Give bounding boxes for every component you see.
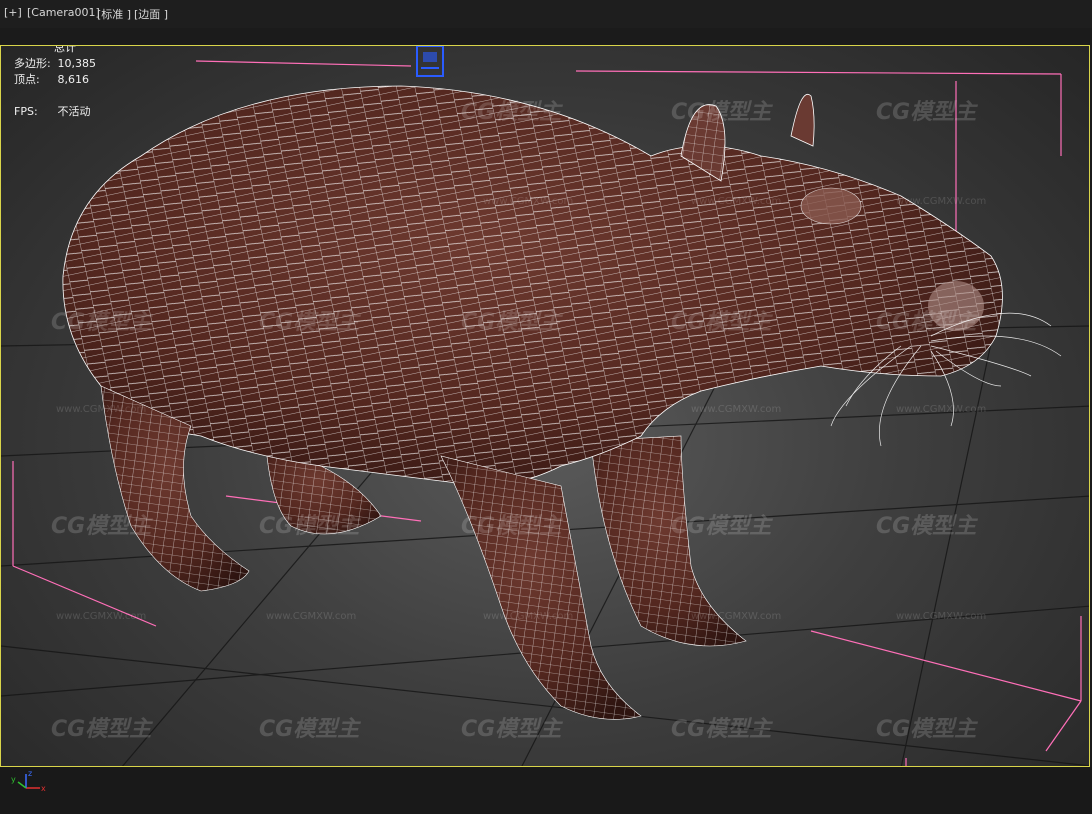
stats-fps-row: FPS: 不活动	[14, 103, 91, 119]
stats-total-label: 总计	[54, 45, 76, 54]
stats-fps-label: FPS:	[14, 105, 38, 118]
capybara-mesh	[62, 85, 1062, 720]
stats-polygons-label: 多边形:	[14, 57, 51, 70]
stats-vertices-label: 顶点:	[14, 73, 40, 86]
viewport-plus-menu[interactable]: [+]	[4, 6, 22, 19]
axis-gizmo-icon: x z y	[11, 769, 46, 793]
stats-polygons-row: 多边形: 10,385	[14, 55, 96, 71]
axis-x-label: x	[41, 784, 46, 793]
stats-vertices-row: 顶点: 8,616	[14, 71, 89, 87]
viewport-header: [+] [Camera001] [标准 ] [边面 ]	[0, 0, 1092, 28]
camera-viewport[interactable]: 总计 多边形: 10,385 顶点: 8,616 FPS: 不活动 CG模型主 …	[0, 45, 1090, 767]
axis-z-label: z	[28, 769, 32, 778]
viewport-scene	[1, 46, 1089, 766]
camera-icon	[416, 46, 444, 77]
viewport-edge-menu[interactable]: [边面 ]	[134, 6, 168, 22]
viewport-camera-menu[interactable]: [Camera001]	[27, 6, 100, 19]
viewport-footer	[0, 767, 1092, 814]
stats-vertices-value: 8,616	[57, 73, 90, 86]
axis-y-label: y	[11, 775, 16, 784]
stats-fps-value: 不活动	[57, 105, 91, 118]
viewport-shading-menu[interactable]: [标准 ]	[97, 6, 131, 22]
stats-polygons-value: 10,385	[57, 57, 97, 70]
